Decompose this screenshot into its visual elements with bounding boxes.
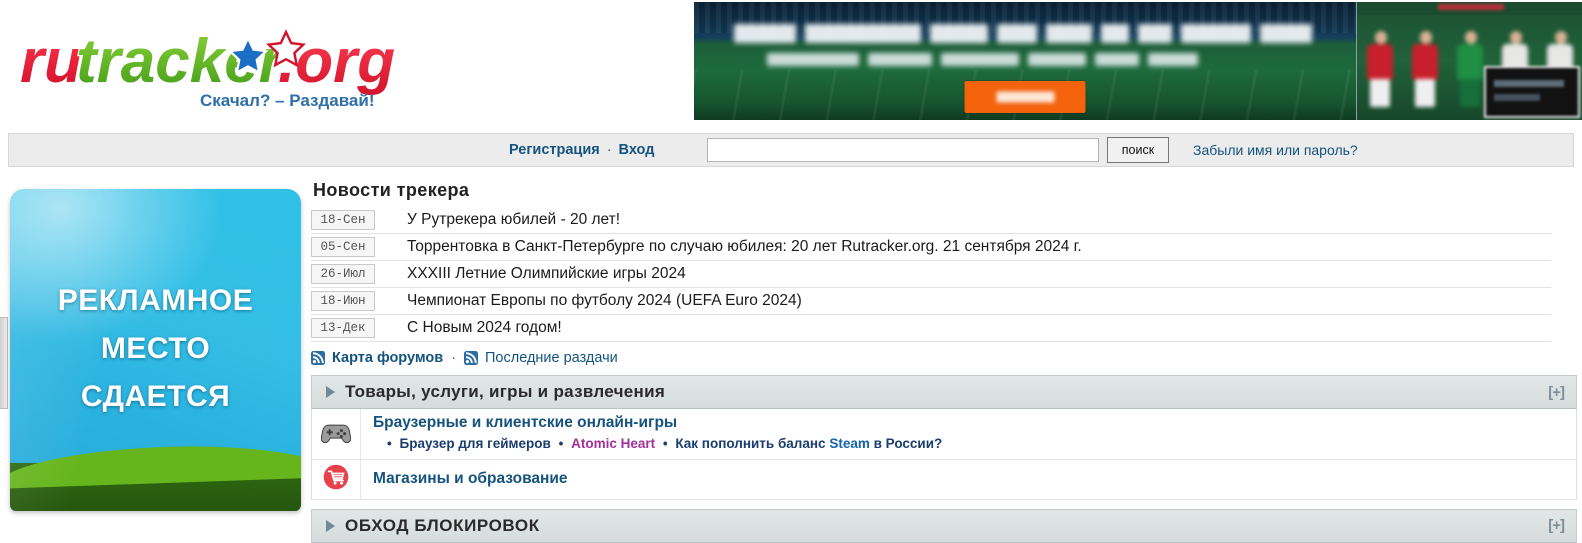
- news-link[interactable]: С Новым 2024 годом!: [407, 319, 562, 336]
- news-link[interactable]: У Рутрекера юбилей - 20 лет!: [407, 211, 620, 228]
- rss-icon: [464, 351, 478, 365]
- left-ad-line-3: СДАЕТСЯ: [80, 380, 231, 413]
- news-date-badge: 18-Июн: [311, 291, 375, 311]
- auth-separator: ·: [606, 142, 612, 158]
- news-table-body: 18-Сен У Рутрекера юбилей - 20 лет! 05-С…: [311, 207, 1551, 342]
- banner-subline-blurred: [766, 52, 1244, 67]
- forum-link-shops-education[interactable]: Магазины и образование: [373, 469, 1576, 489]
- subforum-link-atomic-heart[interactable]: Atomic Heart: [571, 436, 655, 451]
- left-ad-slider-handle[interactable]: [0, 317, 8, 409]
- forum-table-goods: Браузерные и клиентские онлайн-игры • Бр…: [311, 409, 1577, 500]
- forum-icon-cell: [311, 459, 361, 500]
- rss-links-row: Карта форумов · Последние раздачи: [311, 350, 1577, 366]
- news-date-cell: 13-Дек: [311, 314, 397, 342]
- left-ad-text: РЕКЛАМНОЕ МЕСТО СДАЕТСЯ: [10, 277, 301, 421]
- news-date-badge: 18-Сен: [311, 210, 375, 230]
- news-date-badge: 05-Сен: [311, 237, 375, 257]
- category-header-goods[interactable]: Товары, услуги, игры и развлечения [+]: [311, 375, 1577, 409]
- banner-ad-secondary[interactable]: [1357, 2, 1582, 120]
- gamepad-icon: [320, 423, 352, 445]
- triangle-right-icon: [326, 386, 335, 398]
- news-date-cell: 05-Сен: [311, 233, 397, 261]
- banner-headline-blurred: [733, 23, 1317, 43]
- latest-torrents-link[interactable]: Последние раздачи: [485, 350, 618, 366]
- top-nav-bar: Регистрация · Вход поиск Забыли имя или …: [8, 133, 1574, 167]
- forgot-password-link[interactable]: Забыли имя или пароль?: [1193, 142, 1358, 158]
- left-ad-line-2: МЕСТО: [100, 332, 211, 365]
- news-date-cell: 26-Июл: [311, 260, 397, 288]
- news-text-cell: Торрентовка в Санкт-Петербурге по случаю…: [397, 233, 1551, 261]
- banner-ad-primary[interactable]: [694, 2, 1357, 120]
- banner-cta-button[interactable]: [964, 81, 1086, 113]
- site-logo[interactable]: ru tracker .org Скачал? – Раздавай!: [10, 6, 430, 116]
- news-text-cell: Чемпионат Европы по футболу 2024 (UEFA E…: [397, 287, 1551, 315]
- rss-icon: [311, 351, 325, 365]
- main-content: Новости трекера 18-Сен У Рутрекера юбиле…: [311, 180, 1577, 543]
- site-header: ru tracker .org Скачал? – Раздавай!: [0, 0, 1582, 122]
- table-row[interactable]: 18-Июн Чемпионат Европы по футболу 2024 …: [311, 287, 1551, 315]
- left-ad-banner[interactable]: РЕКЛАМНОЕ МЕСТО СДАЕТСЯ: [0, 185, 305, 542]
- rss-separator: ·: [451, 350, 456, 366]
- news-date-badge: 13-Дек: [311, 318, 375, 338]
- news-section-title: Новости трекера: [313, 180, 470, 200]
- table-row[interactable]: 26-Июл XXXIII Летние Олимпийские игры 20…: [311, 260, 1551, 288]
- table-row[interactable]: 13-Дек С Новым 2024 годом!: [311, 314, 1551, 342]
- news-date-badge: 26-Июл: [311, 264, 375, 284]
- news-date-cell: 18-Июн: [311, 287, 397, 315]
- banner-cta-label-blurred: [996, 91, 1054, 103]
- triangle-right-icon: [326, 519, 335, 532]
- category-title: ОБХОД БЛОКИРОВОК: [345, 515, 540, 535]
- subforum-link-steam-balance[interactable]: Как пополнить баланс Steam в России?: [675, 436, 942, 451]
- shopping-cart-icon: [323, 464, 349, 494]
- logo-graphic: ru tracker .org Скачал? – Раздавай!: [19, 26, 397, 110]
- bullet-separator: •: [387, 436, 392, 452]
- subforum-highlight-steam: Steam: [829, 436, 870, 452]
- left-ad-grass-decoration: [10, 463, 301, 511]
- bullet-separator: •: [662, 436, 668, 452]
- news-link[interactable]: Чемпионат Европы по футболу 2024 (UEFA E…: [407, 292, 802, 309]
- banner-side-inset: [1484, 66, 1580, 118]
- forum-body-cell: Браузерные и клиентские онлайн-игры • Бр…: [360, 409, 1577, 460]
- category-header-bypass[interactable]: ОБХОД БЛОКИРОВОК [+]: [311, 508, 1577, 543]
- category-collapse-toggle[interactable]: [+]: [1548, 517, 1565, 534]
- news-text-cell: С Новым 2024 годом!: [397, 314, 1551, 342]
- subforum-links: • Браузер для геймеров • Atomic Heart • …: [373, 435, 1576, 453]
- news-link[interactable]: Торрентовка в Санкт-Петербурге по случаю…: [407, 238, 1082, 255]
- forum-body-cell: Магазины и образование: [360, 459, 1577, 500]
- subforum-link-steam-balance-text: Как пополнить баланс Steam в России?: [675, 436, 943, 452]
- bullet-separator: •: [558, 436, 564, 452]
- forum-icon-cell: [311, 409, 361, 460]
- forum-map-link[interactable]: Карта форумов: [332, 350, 443, 366]
- news-date-cell: 18-Сен: [311, 207, 397, 234]
- auth-links: Регистрация · Вход: [509, 142, 654, 158]
- table-row[interactable]: Браузерные и клиентские онлайн-игры • Бр…: [311, 409, 1577, 460]
- login-link[interactable]: Вход: [619, 142, 655, 158]
- news-text-cell: У Рутрекера юбилей - 20 лет!: [397, 207, 1551, 234]
- left-ad-line-1: РЕКЛАМНОЕ: [57, 284, 254, 317]
- news-table: 18-Сен У Рутрекера юбилей - 20 лет! 05-С…: [311, 207, 1551, 342]
- table-row[interactable]: Магазины и образование: [311, 459, 1577, 500]
- logo-tagline: Скачал? – Раздавай!: [200, 91, 375, 110]
- search-button[interactable]: поиск: [1107, 137, 1169, 163]
- search-input[interactable]: [707, 138, 1099, 162]
- banner-side-redtext-blurred: [1438, 4, 1504, 10]
- table-row[interactable]: 05-Сен Торрентовка в Санкт-Петербурге по…: [311, 233, 1551, 261]
- category-collapse-toggle[interactable]: [+]: [1548, 384, 1565, 401]
- table-row[interactable]: 18-Сен У Рутрекера юбилей - 20 лет!: [311, 207, 1551, 234]
- register-link[interactable]: Регистрация: [509, 142, 600, 158]
- svg-text:ru: ru: [20, 27, 82, 96]
- category-title: Товары, услуги, игры и развлечения: [345, 382, 666, 401]
- subforum-link-browser-gamers[interactable]: Браузер для геймеров: [400, 436, 551, 451]
- top-banner-ad[interactable]: [694, 2, 1582, 120]
- news-text-cell: XXXIII Летние Олимпийские игры 2024: [397, 260, 1551, 288]
- left-ad-card[interactable]: РЕКЛАМНОЕ МЕСТО СДАЕТСЯ: [10, 189, 301, 511]
- news-link[interactable]: XXXIII Летние Олимпийские игры 2024: [407, 265, 686, 282]
- forum-link-online-games[interactable]: Браузерные и клиентские онлайн-игры: [373, 413, 1576, 433]
